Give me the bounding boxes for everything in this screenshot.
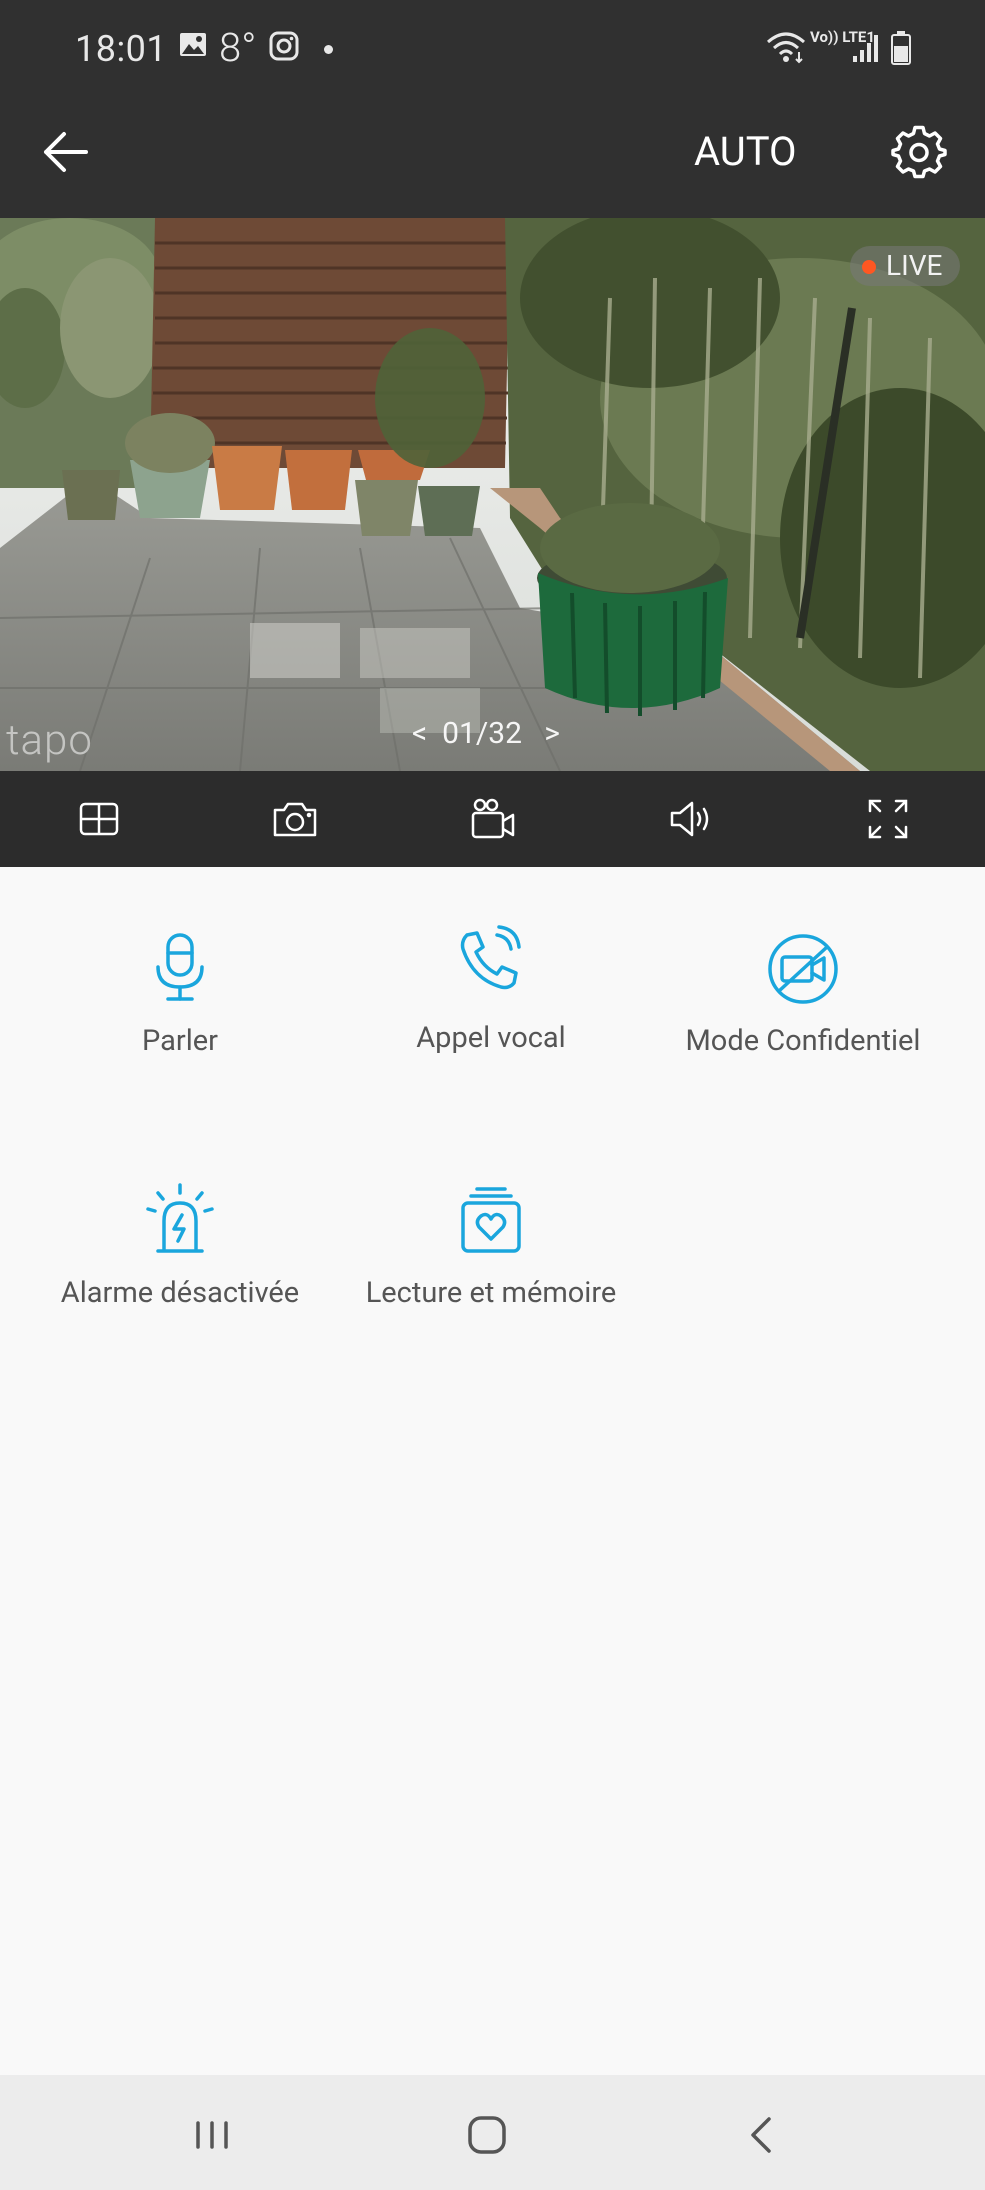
record-button[interactable] [469,795,517,843]
notification-dot [324,45,333,54]
privacy-camera-off-icon [768,934,838,1004]
mode-label[interactable]: AUTO [694,128,797,175]
feature-privacy-mode[interactable]: Mode Confidentiel [638,929,968,1099]
status-time: 18:01 [75,28,168,70]
fullscreen-button[interactable] [864,795,912,843]
feature-talk[interactable]: Parler [15,929,345,1099]
instagram-icon [268,30,300,66]
tapo-watermark: tapo [6,716,93,765]
playback-memory-icon [461,1187,521,1253]
live-badge: LIVE [850,246,960,286]
recent-apps-button[interactable] [182,2105,242,2165]
live-indicator-dot [862,260,876,274]
settings-button[interactable] [889,122,949,182]
gallery-icon [178,30,208,64]
camera-snapshot-icon [273,802,317,837]
home-icon [468,2116,506,2154]
camera-toolbar [0,771,985,867]
camera-pager: < 01/32 > [412,716,560,751]
status-temperature: 8° [219,24,257,71]
arrow-left-icon [44,132,88,172]
volume-button[interactable] [666,795,714,843]
speaker-volume-icon [670,801,709,837]
app-bar: AUTO [0,100,985,218]
home-button[interactable] [457,2105,517,2165]
phone-call-icon [460,925,521,990]
feature-label: Alarme désactivée [60,1276,300,1310]
feature-label: Mode Confidentiel [685,1024,921,1058]
feature-label: Parler [142,1024,218,1058]
microphone-icon [156,933,204,1001]
camera-live-view[interactable]: LIVE tapo < 01/32 > [0,218,985,771]
live-label: LIVE [886,249,943,282]
signal-icon [852,32,882,68]
recent-apps-icon [196,2121,228,2149]
snapshot-button[interactable] [271,795,319,843]
alarm-siren-icon [146,1183,214,1253]
pager-prev-button[interactable]: < [412,716,427,751]
system-back-button[interactable] [733,2105,793,2165]
feature-alarm[interactable]: Alarme désactivée [15,1181,345,1351]
pager-next-button[interactable]: > [544,716,560,751]
grid-view-button[interactable] [75,795,123,843]
gear-icon [891,125,947,179]
wifi-icon [765,30,807,68]
feature-label: Appel vocal [416,1021,566,1055]
grid-view-icon [79,802,119,836]
fullscreen-icon [868,799,908,839]
feature-voice-call[interactable]: Appel vocal [326,925,656,1099]
status-bar: 18:01 8° Vo)) LTE1 [0,0,985,100]
chevron-left-icon [751,2117,771,2153]
system-navigation-bar [0,2075,985,2190]
back-button[interactable] [36,122,96,182]
battery-icon [890,30,912,70]
record-video-icon [471,798,515,839]
camera-scene-image [0,218,985,771]
pager-counter: 01/32 [442,716,522,751]
feature-playback-memory[interactable]: Lecture et mémoire [326,1181,656,1351]
feature-label: Lecture et mémoire [365,1276,617,1310]
